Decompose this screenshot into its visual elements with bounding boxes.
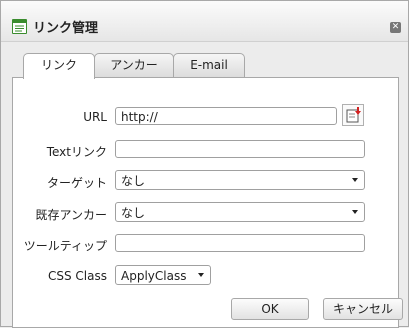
tab-anchor[interactable]: アンカー [94,53,174,77]
tab-link[interactable]: リンク [23,53,95,79]
dialog-titlebar: リンク管理 ✕ [1,1,408,42]
anchor-select-value: なし [121,206,146,220]
chevron-down-icon [352,178,358,182]
anchor-label: 既存アンカー [35,208,107,222]
close-icon[interactable]: ✕ [390,22,401,33]
dialog-title: リンク管理 [33,21,99,36]
target-select[interactable]: なし [115,170,365,190]
tooltip-input[interactable] [115,234,365,252]
css-class-select[interactable]: ApplyClass [115,265,211,285]
target-label: ターゲット [46,176,107,190]
css-class-label: CSS Class [48,269,107,283]
text-link-input[interactable] [115,140,365,158]
chevron-down-icon [352,210,358,214]
target-select-value: なし [121,174,146,188]
ok-button[interactable]: OK [231,298,309,320]
text-link-label: Textリンク [46,145,107,159]
anchor-select[interactable]: なし [115,202,365,222]
tooltip-label: ツールティップ [23,239,107,253]
url-input[interactable]: http:// [115,107,337,125]
cancel-button[interactable]: キャンセル [323,298,403,320]
browse-file-icon [346,107,361,123]
chevron-down-icon [198,273,204,277]
browse-button[interactable] [342,104,364,126]
link-manager-icon [12,19,27,34]
tab-bar: リンク アンカー E-mail [1,53,408,79]
url-label: URL [83,110,107,124]
css-class-select-value: ApplyClass [121,269,187,283]
tab-email[interactable]: E-mail [173,53,245,77]
link-manager-dialog: リンク管理 ✕ リンク アンカー E-mail URL http:// Text… [0,0,409,328]
